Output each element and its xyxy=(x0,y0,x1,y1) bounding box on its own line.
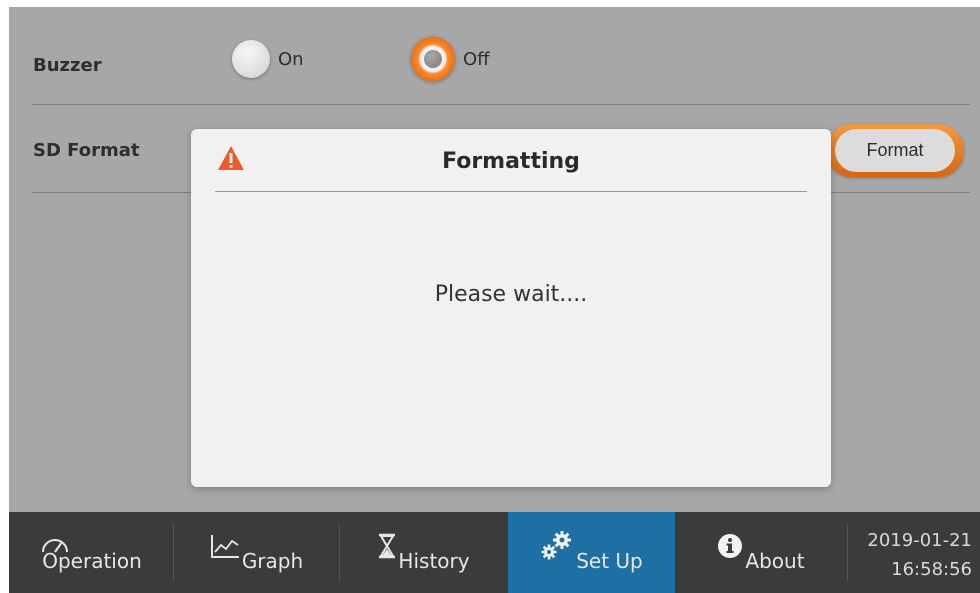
nav-label-history: History xyxy=(398,548,470,573)
gears-icon xyxy=(540,531,574,566)
nav-item-history[interactable]: History xyxy=(340,512,508,593)
info-icon xyxy=(717,533,743,564)
dialog-divider xyxy=(215,191,807,192)
format-button[interactable]: Format xyxy=(826,124,964,177)
line-chart-icon xyxy=(210,533,240,564)
nav-label-setup: Set Up xyxy=(576,548,643,573)
nav-label-operation: Operation xyxy=(42,548,142,573)
format-button-label: Format xyxy=(835,129,955,172)
buzzer-on-radio[interactable]: On xyxy=(232,40,304,78)
nav-label-graph: Graph xyxy=(241,548,304,573)
dialog-message: Please wait.... xyxy=(434,282,588,307)
sd-format-label: SD Format xyxy=(33,140,140,161)
buzzer-on-label: On xyxy=(278,48,304,70)
formatting-dialog: Formatting Please wait.... xyxy=(191,129,831,487)
buzzer-off-radio[interactable]: Off xyxy=(411,37,490,81)
buzzer-off-knob xyxy=(411,37,455,81)
dialog-title: Formatting xyxy=(442,149,580,174)
buzzer-off-label: Off xyxy=(463,48,490,70)
nav-item-operation[interactable]: Operation xyxy=(9,512,173,593)
setup-screen: Buzzer On Off SD Format Format Formattin… xyxy=(9,7,980,593)
hourglass-icon xyxy=(378,533,396,564)
bottom-nav: Operation Graph History Set Up About 201… xyxy=(9,512,980,593)
buzzer-label: Buzzer xyxy=(33,55,102,76)
nav-item-setup[interactable]: Set Up xyxy=(508,512,675,593)
clock-time: 16:58:56 xyxy=(891,559,972,580)
buzzer-on-knob xyxy=(232,40,270,78)
clock: 2019-01-21 16:58:56 xyxy=(848,512,980,593)
clock-date: 2019-01-21 xyxy=(867,530,972,551)
nav-label-about: About xyxy=(745,548,805,573)
nav-item-graph[interactable]: Graph xyxy=(174,512,339,593)
buzzer-divider xyxy=(32,104,970,105)
nav-item-about[interactable]: About xyxy=(675,512,847,593)
